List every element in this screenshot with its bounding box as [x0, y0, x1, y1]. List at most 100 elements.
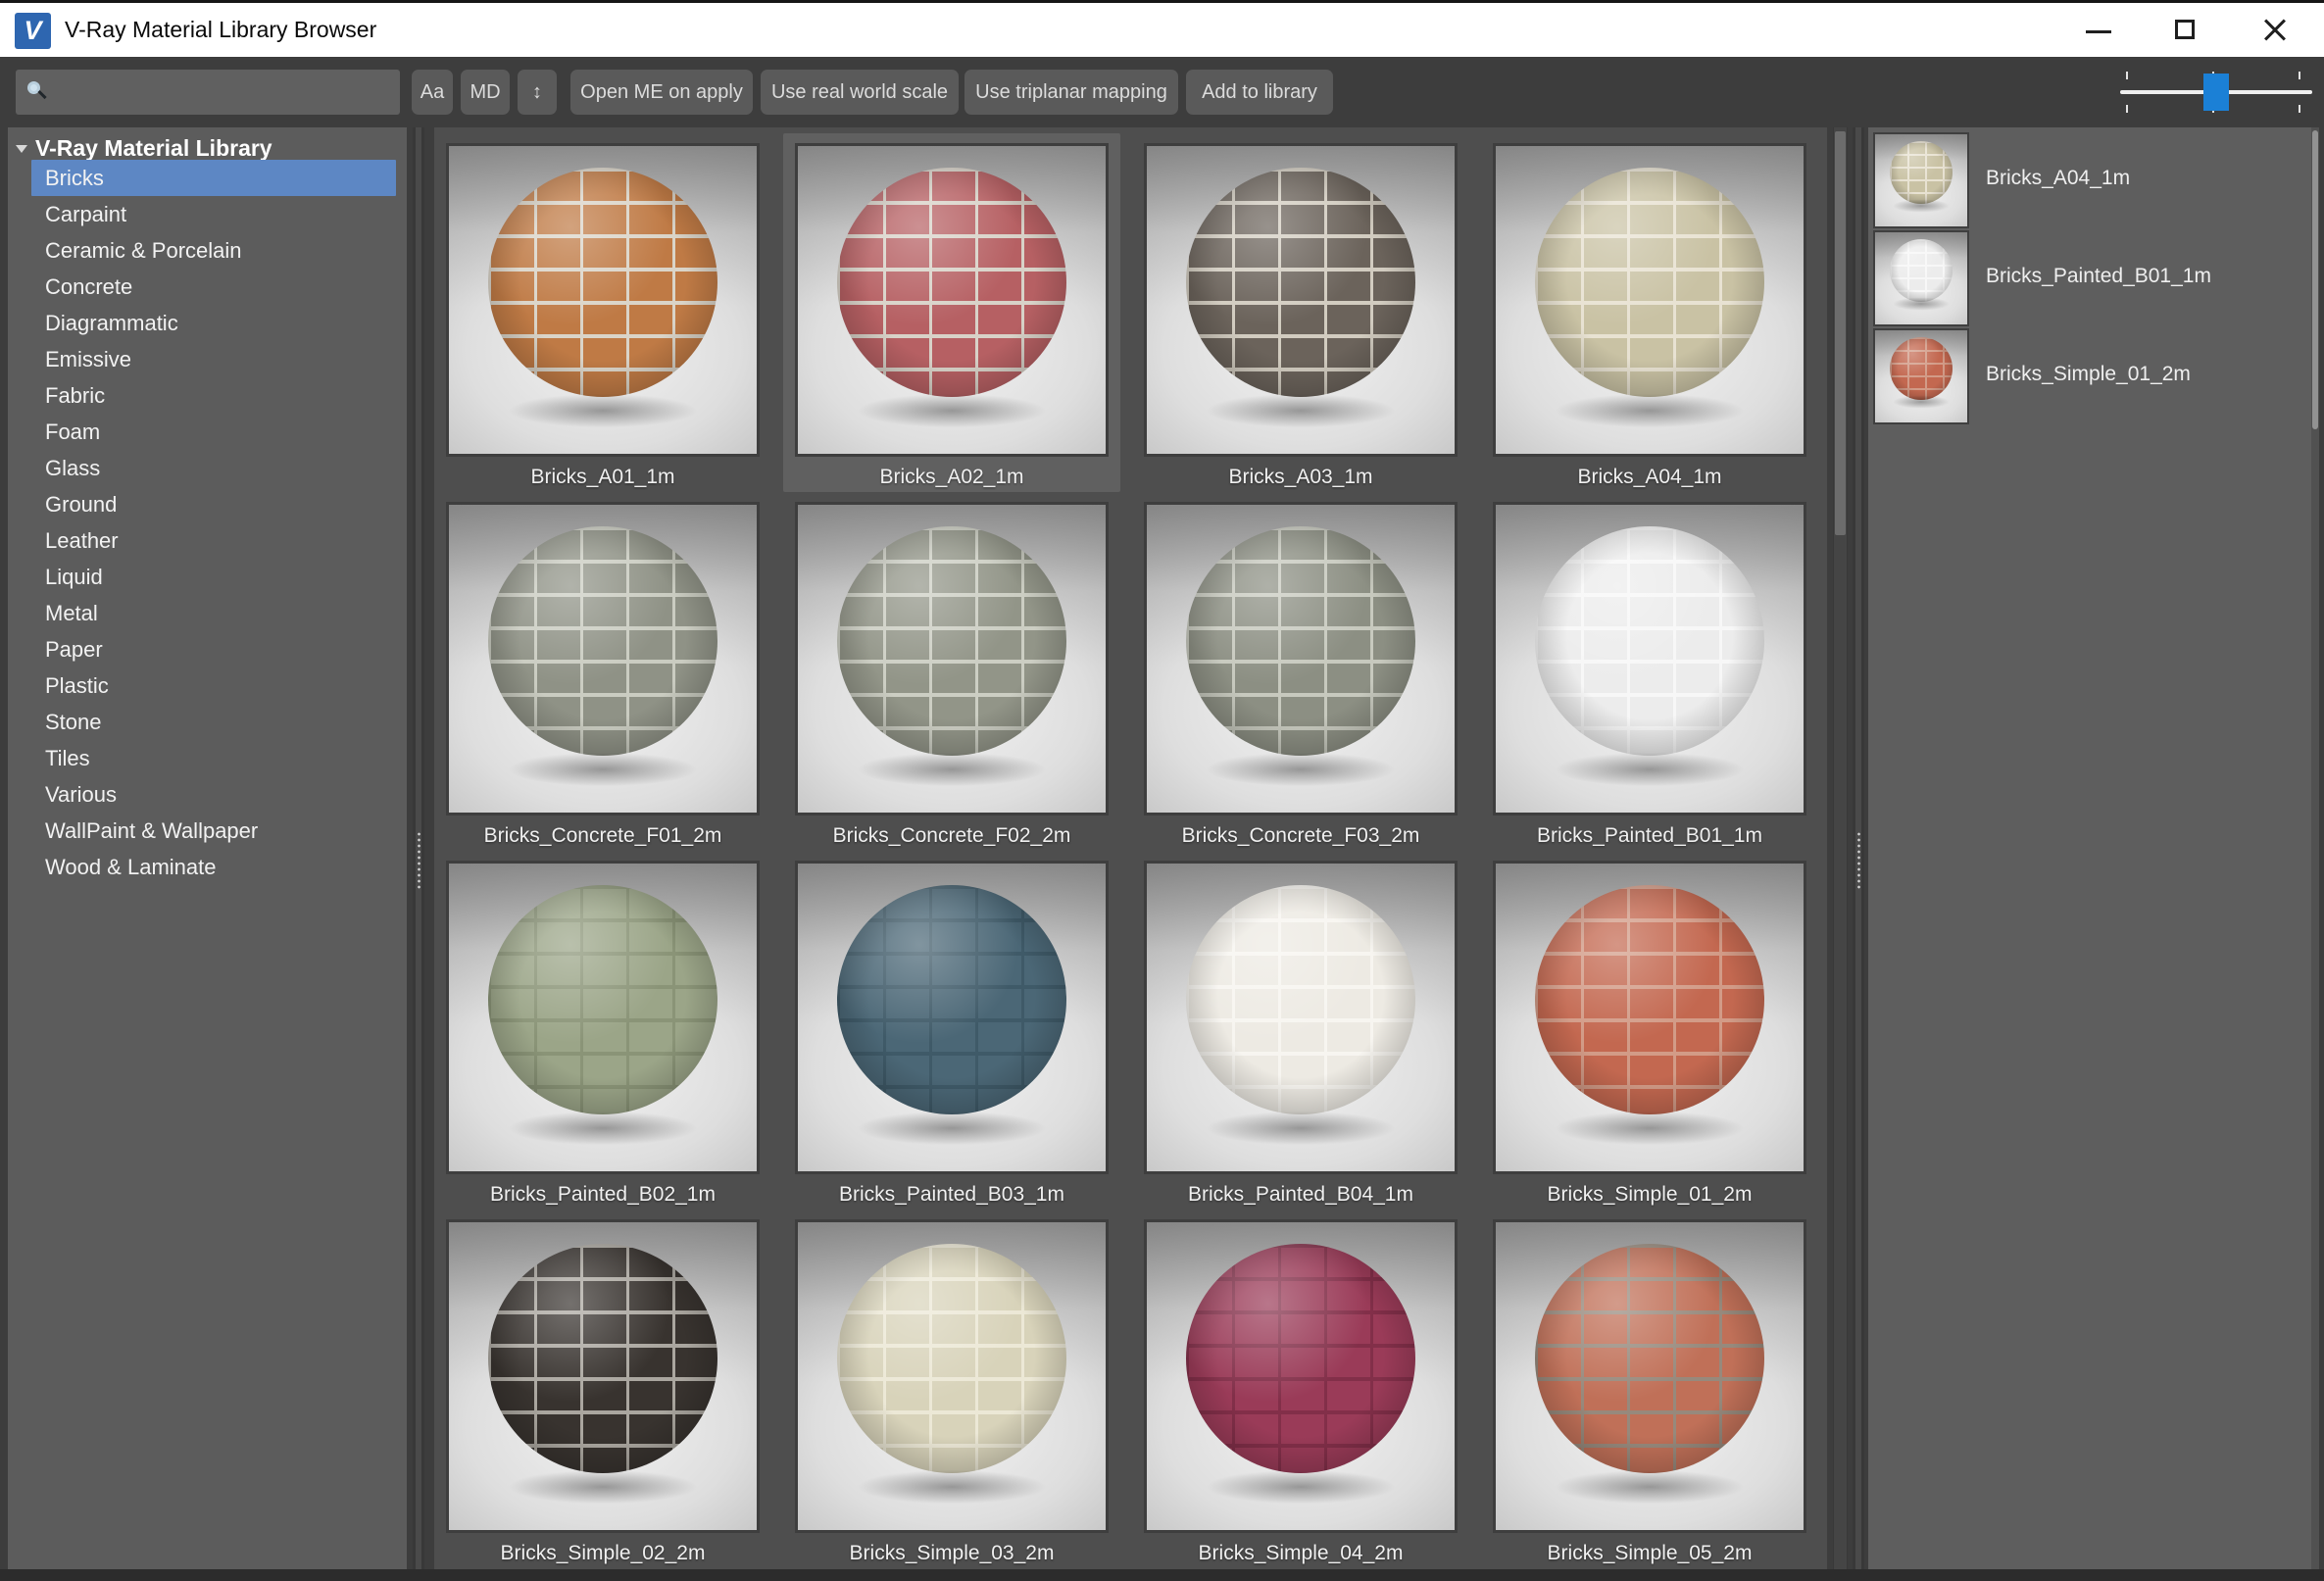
preview-list-item-bricks-simple-01-2m[interactable]: Bricks_Simple_01_2m	[1873, 328, 2304, 424]
slider-tick	[2126, 105, 2128, 113]
toolbar-button-open-me-on-apply[interactable]: Open ME on apply	[570, 70, 753, 115]
material-tile-bricks-painted-b03-1m[interactable]: Bricks_Painted_B03_1m	[783, 851, 1120, 1210]
material-tile-bricks-simple-04-2m[interactable]: Bricks_Simple_04_2m	[1132, 1210, 1469, 1568]
toolbar-button-md-filter[interactable]: MD	[461, 70, 510, 115]
sidebar-item-glass[interactable]: Glass	[31, 450, 396, 486]
sidebar-item-liquid[interactable]: Liquid	[31, 559, 396, 595]
sidebar-item-emissive[interactable]: Emissive	[31, 341, 396, 377]
material-tile-bricks-concrete-f02-2m[interactable]: Bricks_Concrete_F02_2m	[783, 492, 1120, 851]
material-sphere-preview	[1535, 526, 1764, 756]
tree-root[interactable]: V-Ray Material Library	[18, 133, 272, 163]
sidebar-splitter[interactable]	[413, 127, 424, 1570]
preview-material-name: Bricks_A04_1m	[1986, 132, 2130, 224]
material-name: Bricks_A03_1m	[1132, 461, 1469, 494]
material-tile-bricks-a02-1m[interactable]: Bricks_A02_1m	[783, 133, 1120, 492]
material-tile-bricks-painted-b02-1m[interactable]: Bricks_Painted_B02_1m	[434, 851, 771, 1210]
preview-splitter[interactable]	[1853, 127, 1864, 1570]
sphere-shadow	[505, 1111, 701, 1146]
minimize-icon	[2086, 30, 2111, 33]
material-name: Bricks_Simple_02_2m	[434, 1537, 771, 1570]
sidebar-item-wood-laminate[interactable]: Wood & Laminate	[31, 849, 396, 885]
sphere-shadow	[1892, 395, 1951, 409]
material-name: Bricks_Painted_B04_1m	[1132, 1178, 1469, 1211]
sphere-shadow	[505, 393, 701, 428]
sidebar-item-concrete[interactable]: Concrete	[31, 269, 396, 305]
material-name: Bricks_A04_1m	[1481, 461, 1818, 494]
thumbnail-size-slider[interactable]	[2112, 70, 2320, 115]
material-thumbnail	[446, 502, 760, 815]
material-name: Bricks_Simple_03_2m	[783, 1537, 1120, 1570]
search-icon	[27, 81, 49, 103]
sidebar-item-metal[interactable]: Metal	[31, 595, 396, 631]
toolbar-button-use-triplanar-mapping[interactable]: Use triplanar mapping	[964, 70, 1178, 115]
sphere-shadow	[854, 1111, 1050, 1146]
material-sphere-preview	[1535, 885, 1764, 1114]
sidebar-item-foam[interactable]: Foam	[31, 414, 396, 450]
material-sphere-preview	[488, 526, 717, 756]
material-tile-bricks-simple-01-2m[interactable]: Bricks_Simple_01_2m	[1481, 851, 1818, 1210]
material-tile-bricks-simple-03-2m[interactable]: Bricks_Simple_03_2m	[783, 1210, 1120, 1568]
material-name: Bricks_Concrete_F02_2m	[783, 819, 1120, 853]
material-sphere-preview	[837, 526, 1066, 756]
preview-sphere	[1890, 337, 1953, 400]
sidebar-item-leather[interactable]: Leather	[31, 522, 396, 559]
minimize-button[interactable]	[2064, 3, 2131, 57]
material-thumbnail	[795, 1219, 1109, 1533]
sidebar-item-diagrammatic[interactable]: Diagrammatic	[31, 305, 396, 341]
sphere-shadow	[1552, 752, 1748, 787]
material-tile-bricks-concrete-f01-2m[interactable]: Bricks_Concrete_F01_2m	[434, 492, 771, 851]
grid-scrollbar[interactable]	[1833, 127, 1848, 1570]
slider-tick	[2299, 105, 2300, 113]
toolbar-button-sort-order[interactable]: ↕	[518, 70, 557, 115]
sphere-shadow	[1892, 199, 1951, 213]
sidebar-item-paper[interactable]: Paper	[31, 631, 396, 667]
material-thumbnail	[795, 502, 1109, 815]
sidebar-item-plastic[interactable]: Plastic	[31, 667, 396, 704]
preview-sphere	[1890, 141, 1953, 204]
search-input[interactable]	[57, 72, 384, 115]
material-sphere-preview	[837, 885, 1066, 1114]
collapse-arrow-icon[interactable]	[16, 145, 27, 153]
preview-scrollbar[interactable]	[2311, 127, 2319, 1570]
toolbar-button-match-case[interactable]: Aa	[412, 70, 453, 115]
slider-handle[interactable]	[2203, 74, 2229, 111]
sphere-shadow	[505, 752, 701, 787]
toolbar-button-add-to-library[interactable]: Add to library	[1186, 70, 1333, 115]
material-tile-bricks-a03-1m[interactable]: Bricks_A03_1m	[1132, 133, 1469, 492]
material-tile-bricks-a04-1m[interactable]: Bricks_A04_1m	[1481, 133, 1818, 492]
sidebar-item-ceramic-porcelain[interactable]: Ceramic & Porcelain	[31, 232, 396, 269]
sidebar-item-ground[interactable]: Ground	[31, 486, 396, 522]
sidebar-item-fabric[interactable]: Fabric	[31, 377, 396, 414]
preview-list-item-bricks-a04-1m[interactable]: Bricks_A04_1m	[1873, 132, 2304, 228]
sidebar-item-bricks[interactable]: Bricks	[31, 160, 396, 196]
sidebar-item-wallpaint-wallpaper[interactable]: WallPaint & Wallpaper	[31, 813, 396, 849]
sidebar-item-various[interactable]: Various	[31, 776, 396, 813]
sidebar-item-stone[interactable]: Stone	[31, 704, 396, 740]
preview-list-item-bricks-painted-b01-1m[interactable]: Bricks_Painted_B01_1m	[1873, 230, 2304, 326]
material-tile-bricks-painted-b04-1m[interactable]: Bricks_Painted_B04_1m	[1132, 851, 1469, 1210]
material-tile-bricks-simple-05-2m[interactable]: Bricks_Simple_05_2m	[1481, 1210, 1818, 1568]
toolbar-button-use-real-world-scale[interactable]: Use real world scale	[761, 70, 959, 115]
close-icon	[2261, 17, 2289, 44]
grid-scrollbar-thumb[interactable]	[1835, 131, 1846, 535]
material-tile-bricks-a01-1m[interactable]: Bricks_A01_1m	[434, 133, 771, 492]
sidebar-item-carpaint[interactable]: Carpaint	[31, 196, 396, 232]
material-name: Bricks_Concrete_F03_2m	[1132, 819, 1469, 853]
material-name: Bricks_Simple_04_2m	[1132, 1537, 1469, 1570]
sphere-shadow	[854, 393, 1050, 428]
material-thumbnail	[1493, 1219, 1806, 1533]
material-sphere-preview	[1535, 1244, 1764, 1473]
sidebar-item-tiles[interactable]: Tiles	[31, 740, 396, 776]
close-button[interactable]	[2241, 3, 2307, 57]
maximize-icon	[2175, 20, 2195, 39]
preview-scrollbar-thumb[interactable]	[2312, 130, 2318, 429]
material-tile-bricks-painted-b01-1m[interactable]: Bricks_Painted_B01_1m	[1481, 492, 1818, 851]
toolbar: AaMD↕ Open ME on applyUse real world scal…	[0, 57, 2324, 127]
category-sidebar: V-Ray Material Library BricksCarpaintCer…	[8, 127, 407, 1570]
search-box[interactable]	[16, 70, 400, 115]
material-tile-bricks-simple-02-2m[interactable]: Bricks_Simple_02_2m	[434, 1210, 771, 1568]
material-name: Bricks_Concrete_F01_2m	[434, 819, 771, 853]
material-tile-bricks-concrete-f03-2m[interactable]: Bricks_Concrete_F03_2m	[1132, 492, 1469, 851]
sphere-shadow	[505, 1469, 701, 1505]
maximize-button[interactable]	[2152, 3, 2219, 57]
